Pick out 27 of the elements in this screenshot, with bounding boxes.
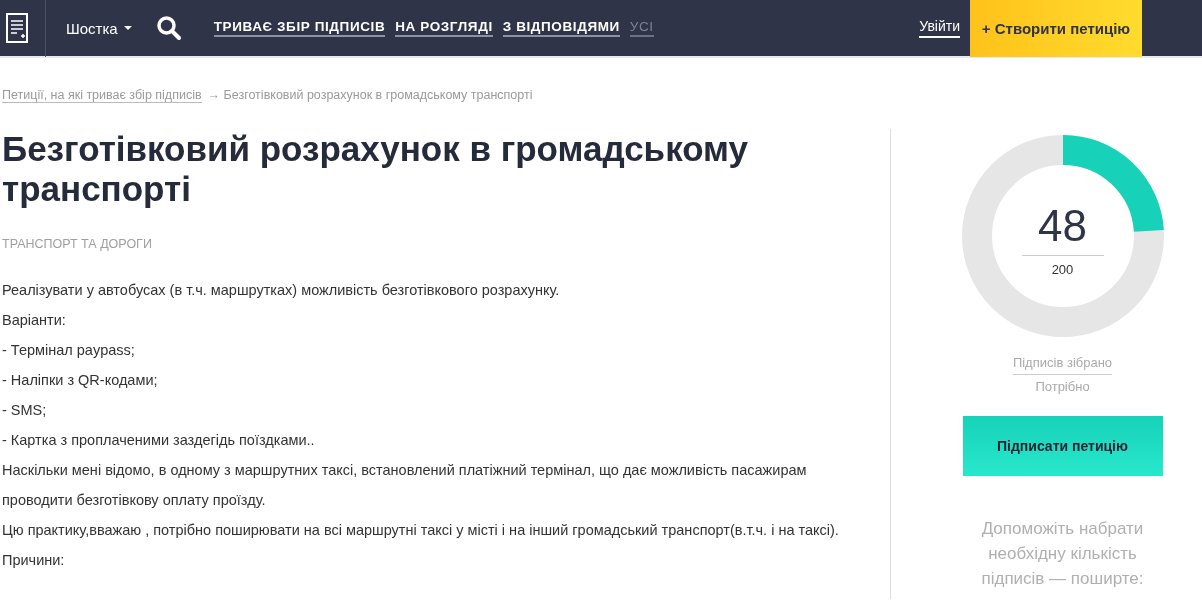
breadcrumb-current: → Безготівковий розрахунок в громадському транспорті [207, 88, 533, 103]
petition-category: ТРАНСПОРТ ТА ДОРОГИ [2, 237, 153, 251]
petition-text: - Картка з проплаченими заздегідь поїздками.. [2, 431, 316, 450]
petition-text: - Наліпки з QR-кодами; [2, 371, 159, 390]
petition-text: - SMS; [2, 401, 48, 420]
signature-count: 48 [1021, 201, 1104, 256]
petition-text: Варіанти: [2, 311, 67, 330]
petition-title: Безготівковий розрахунок в громадському транспорті [2, 129, 749, 209]
petition-text: - Термінал paypass; [2, 341, 136, 360]
petition-text: Причини: [2, 551, 66, 570]
caret-icon [123, 26, 132, 30]
nav-link[interactable]: З ВІДПОВІДЯМИ [502, 19, 620, 37]
nav-link[interactable]: НА РОЗГЛЯДІ [395, 19, 493, 37]
create-petition-button[interactable]: + Створити петицію [970, 0, 1142, 57]
collected-label: Підписів зібрано [1012, 351, 1113, 375]
document-icon[interactable] [5, 13, 28, 43]
login-link[interactable]: Увійти [919, 18, 960, 38]
share-text: Допоможіть набрати необхідну кількість підписів — поширте: [980, 518, 1145, 590]
petition-text: Наскільки мені відомо, в одному з маршрутних таксі, встановлений платіжний термінал, що дає можливість пасажирам проводити безготівкову оплату проїзду. [2, 461, 808, 510]
petition-text: Реалізувати у автобусах (в т.ч. маршрутках) можливість безготівкового розрахунку. [2, 281, 561, 300]
petition-text: Цю практику,вважаю , потрібно поширювати на всі маршрутні таксі у місті і на інший громадський транспорт(в.т.ч. і на таксі). [2, 521, 840, 540]
sign-petition-button[interactable]: Підписати петицію [962, 416, 1163, 476]
search-icon[interactable] [155, 15, 182, 41]
nav-link[interactable]: ТРИВАЄ ЗБІР ПІДПИСІВ [213, 19, 386, 37]
required-count: 200 [1050, 262, 1075, 277]
city-dropdown[interactable]: Шостка [66, 19, 132, 37]
required-label: Потрібно [1035, 378, 1090, 396]
